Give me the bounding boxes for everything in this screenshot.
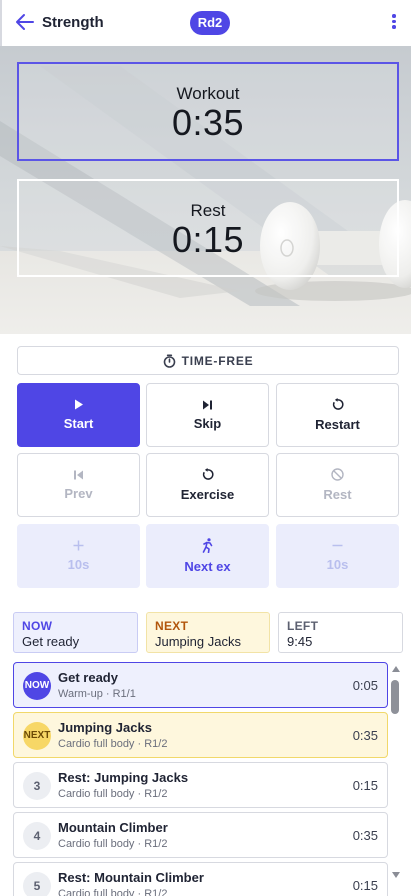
exercise-row[interactable]: 5 Rest: Mountain Climber Cardio full bod… (13, 862, 388, 896)
row-name: Jumping Jacks (58, 720, 152, 735)
add-10s-button[interactable]: 10s (17, 524, 140, 588)
restart-label: Restart (315, 417, 360, 432)
rest-timer-label: Rest (190, 201, 226, 220)
row-subtitle: Cardio full body · R1/2 (58, 738, 168, 750)
row-badge: 4 (23, 822, 51, 850)
row-duration: 0:15 (352, 878, 378, 893)
prev-button[interactable]: Prev (17, 453, 140, 517)
time-free-label: TIME-FREE (181, 353, 254, 368)
scrollbar-thumb[interactable] (391, 680, 399, 714)
restart-icon (202, 468, 214, 480)
now-value: Get ready (22, 634, 80, 649)
start-label: Start (63, 416, 94, 431)
row-duration: 0:35 (352, 828, 378, 843)
now-status-card: NOW Get ready (13, 612, 138, 653)
row-subtitle: Cardio full body · R1/2 (58, 888, 168, 896)
next-value: Jumping Jacks (155, 634, 241, 649)
add-10s-label: 10s (67, 557, 90, 572)
workout-timer-value: 0:35 (171, 102, 245, 143)
skip-button[interactable]: Skip (146, 383, 269, 447)
skip-previous-icon (74, 470, 83, 479)
restart-icon (332, 398, 344, 410)
row-badge: NOW (23, 672, 51, 700)
page-title: Strength (42, 14, 104, 31)
runner-icon (202, 538, 213, 553)
start-button[interactable]: Start (17, 383, 140, 447)
workout-timer: Workout 0:35 (17, 62, 399, 161)
left-caption: LEFT (287, 619, 319, 633)
hero-image: Workout 0:35 Rest 0:15 (0, 46, 411, 334)
now-caption: NOW (22, 619, 53, 633)
row-duration: 0:35 (352, 728, 378, 743)
next-caption: NEXT (155, 619, 189, 633)
row-badge: 5 (23, 872, 51, 896)
row-name: Get ready (58, 670, 118, 685)
workout-timer-label: Workout (176, 84, 240, 103)
scroll-down-arrow-icon[interactable] (392, 872, 400, 878)
prev-label: Prev (64, 485, 93, 501)
exercise-row[interactable]: 3 Rest: Jumping Jacks Cardio full body ·… (13, 762, 388, 808)
row-badge: NEXT (23, 722, 51, 750)
app-header: Strength Rd2 (0, 0, 411, 46)
more-options-icon[interactable] (388, 12, 400, 34)
skip-label: Skip (193, 415, 222, 431)
round-badge: Rd2 (190, 11, 230, 35)
subtract-10s-button[interactable]: 10s (276, 524, 399, 588)
exercise-list: NOW Get ready Warm-up · R1/1 0:05 NEXT J… (13, 662, 389, 896)
exercise-row[interactable]: NEXT Jumping Jacks Cardio full body · R1… (13, 712, 388, 758)
time-left-card: LEFT 9:45 (278, 612, 403, 653)
row-duration: 0:15 (352, 778, 378, 793)
rest-button[interactable]: Rest (276, 453, 399, 517)
skip-next-icon (203, 400, 212, 409)
next-exercise-button[interactable]: Next ex (146, 524, 269, 588)
exercise-button[interactable]: Exercise (146, 453, 269, 517)
list-scrollbar[interactable] (390, 662, 401, 896)
row-subtitle: Cardio full body · R1/2 (58, 838, 168, 850)
subtract-10s-label: 10s (326, 557, 349, 572)
rest-timer: Rest 0:15 (17, 179, 399, 277)
block-icon (331, 468, 344, 481)
next-status-card: NEXT Jumping Jacks (146, 612, 270, 653)
row-duration: 0:05 (352, 678, 378, 693)
next-exercise-label: Next ex (184, 559, 231, 574)
row-name: Rest: Jumping Jacks (58, 770, 189, 785)
exercise-label: Exercise (180, 487, 235, 502)
back-arrow-icon[interactable] (14, 11, 36, 33)
exercise-row[interactable]: 4 Mountain Climber Cardio full body · R1… (13, 812, 388, 858)
minus-icon (332, 544, 343, 547)
row-subtitle: Cardio full body · R1/2 (58, 788, 168, 800)
rest-timer-value: 0:15 (171, 219, 245, 260)
stopwatch-icon (163, 354, 175, 368)
exercise-row[interactable]: NOW Get ready Warm-up · R1/1 0:05 (13, 662, 388, 708)
row-badge: 3 (23, 772, 51, 800)
plus-icon (73, 540, 84, 551)
restart-button[interactable]: Restart (276, 383, 399, 447)
play-icon (74, 399, 83, 410)
scroll-up-arrow-icon[interactable] (392, 666, 400, 672)
left-value: 9:45 (287, 634, 313, 649)
time-free-button[interactable]: TIME-FREE (17, 346, 399, 375)
row-name: Mountain Climber (58, 820, 168, 835)
row-subtitle: Warm-up · R1/1 (58, 688, 136, 700)
rest-label: Rest (323, 487, 352, 502)
row-name: Rest: Mountain Climber (58, 870, 204, 885)
